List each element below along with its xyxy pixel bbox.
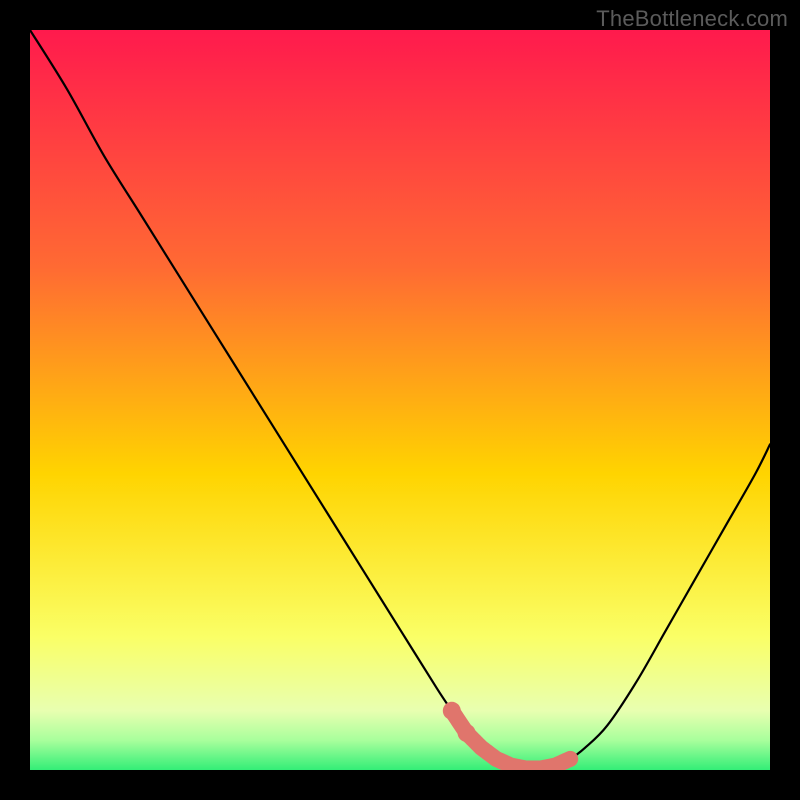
plot-svg — [30, 30, 770, 770]
chart-frame: TheBottleneck.com — [0, 0, 800, 800]
highlight-dot — [443, 702, 461, 720]
watermark-label: TheBottleneck.com — [596, 6, 788, 32]
bottleneck-plot — [30, 30, 770, 770]
highlight-dot — [458, 724, 476, 742]
gradient-background — [30, 30, 770, 770]
